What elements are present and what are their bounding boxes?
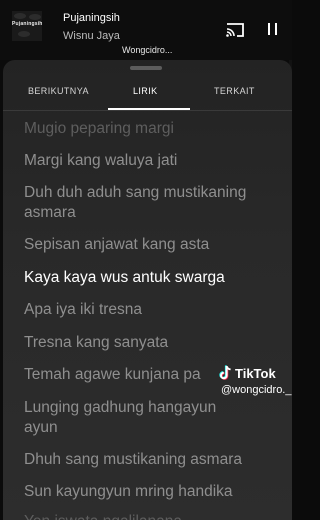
lyric-line: Kaya kaya wus antuk swarga — [24, 269, 225, 286]
song-title[interactable]: Pujaningsih — [63, 12, 120, 24]
lyric-line: Apa iya iki tresna — [24, 301, 143, 318]
tiktok-handle: @wongcidro._ — [221, 384, 292, 396]
drag-handle[interactable] — [130, 66, 162, 70]
mini-player[interactable]: Pujaningsih Pujaningsih Wisnu Jaya Wongc… — [0, 0, 292, 60]
tiktok-brand: TikTok — [235, 366, 276, 381]
lyric-line: asmara — [24, 204, 76, 221]
tiktok-watermark: TikTok @wongcidro._ — [218, 365, 292, 397]
lyric-line: Sun kayungyun mring handika — [24, 483, 233, 500]
tab-related[interactable]: TERKAIT — [214, 86, 255, 96]
tab-lyrics[interactable]: LIRIK — [133, 86, 158, 96]
pause-icon[interactable] — [268, 23, 278, 35]
cast-icon[interactable] — [225, 21, 245, 39]
lyric-line: Yen iswata ngalilanana — [24, 512, 182, 520]
album-art[interactable]: Pujaningsih — [12, 11, 42, 41]
lyric-line: Lunging gadhung hangayun — [24, 399, 217, 416]
tab-next[interactable]: BERIKUTNYA — [28, 86, 89, 96]
album-art-shape — [14, 13, 26, 19]
watermark-username: Wongcidro... — [122, 45, 173, 55]
lyric-line: Sepisan anjawat kang asta — [24, 236, 210, 253]
album-art-title: Pujaningsih — [12, 21, 42, 27]
pause-bar — [268, 23, 270, 35]
lyric-line: ayun — [24, 419, 58, 436]
lyric-line: Margi kang waluya jati — [24, 152, 178, 169]
artist-name[interactable]: Wisnu Jaya — [63, 30, 120, 42]
lyric-line: Duh duh aduh sang mustikaning — [24, 184, 247, 201]
lyric-line: Dhuh sang mustikaning asmara — [24, 451, 242, 468]
lyric-line: Tresna kang sanyata — [24, 334, 169, 351]
tiktok-logo-icon — [219, 365, 231, 380]
pause-bar — [275, 23, 277, 35]
album-art-shape — [18, 31, 30, 37]
lyrics-sheet: BERIKUTNYA LIRIK TERKAIT Mugio peparing … — [3, 60, 292, 520]
tabs-divider — [3, 110, 292, 111]
lyric-line: Temah agawe kunjana pa — [24, 366, 201, 383]
lyric-line: Mugio peparing margi — [24, 120, 174, 137]
album-art-shape — [29, 14, 41, 20]
